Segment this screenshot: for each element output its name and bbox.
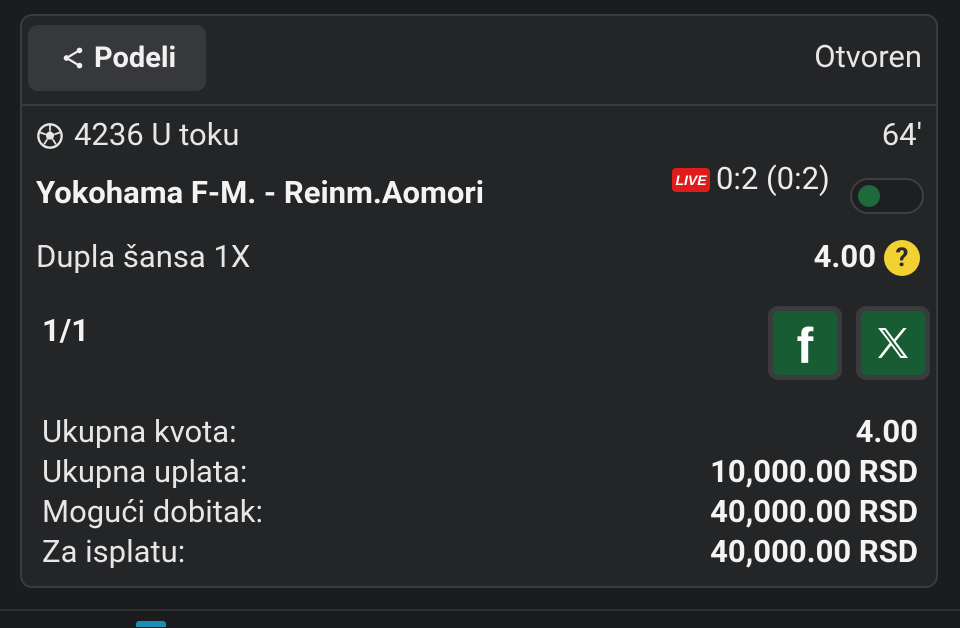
- summary-label: Za isplatu:: [42, 533, 186, 570]
- facebook-share-button[interactable]: f: [768, 306, 842, 380]
- x-logo-icon: [878, 328, 908, 358]
- bet-odd: 4.00: [813, 238, 876, 275]
- match-teams: Yokohama F-M. - Reinm.Aomori: [36, 174, 484, 211]
- help-icon[interactable]: ?: [884, 240, 920, 276]
- summary-value: 10,000.00 RSD: [710, 453, 918, 490]
- summary-label: Ukupna kvota:: [42, 413, 237, 450]
- share-button[interactable]: Podeli: [28, 25, 206, 91]
- summary-label: Mogući dobitak:: [42, 493, 264, 530]
- ticket-status: Otvoren: [814, 38, 922, 75]
- facebook-icon: f: [773, 311, 837, 375]
- summary-value: 4.00: [855, 413, 918, 450]
- nav-indicator: [136, 621, 166, 627]
- match-minute: 64': [881, 116, 922, 153]
- summary-label: Ukupna uplata:: [42, 453, 248, 490]
- summary-row-total-odds: Ukupna kvota: 4.00: [42, 412, 918, 452]
- summary-row-possible-win: Mogući dobitak: 40,000.00 RSD: [42, 492, 918, 532]
- bet-market: Dupla šansa 1X: [36, 238, 251, 275]
- soccer-ball-icon: [37, 123, 63, 149]
- ticket-header: Podeli Otvoren: [22, 16, 936, 106]
- x-icon: [861, 311, 925, 375]
- summary-value: 40,000.00 RSD: [710, 493, 918, 530]
- ticket-card: Podeli Otvoren 4236 U toku 64' Yokohama …: [20, 14, 938, 588]
- summary-row-total-stake: Ukupna uplata: 10,000.00 RSD: [42, 452, 918, 492]
- share-label: Podeli: [94, 41, 177, 75]
- summary-row-payout: Za isplatu: 40,000.00 RSD: [42, 532, 918, 572]
- page: Podeli Otvoren 4236 U toku 64' Yokohama …: [0, 0, 960, 628]
- x-share-button[interactable]: [856, 306, 930, 380]
- share-icon: [63, 47, 83, 69]
- toggle-knob: [858, 185, 880, 207]
- match-info: 4236 U toku: [74, 116, 240, 153]
- facebook-glyph: f: [796, 318, 814, 374]
- ticket-summary: Ukupna kvota: 4.00 Ukupna uplata: 10,000…: [42, 412, 918, 572]
- summary-value: 40,000.00 RSD: [710, 533, 918, 570]
- ticket-pager: 1/1: [42, 312, 90, 349]
- match-score: 0:2 (0:2): [716, 160, 830, 197]
- bottom-nav-bar: [0, 609, 960, 628]
- notification-toggle[interactable]: [850, 178, 924, 214]
- live-badge: LIVE: [672, 168, 710, 192]
